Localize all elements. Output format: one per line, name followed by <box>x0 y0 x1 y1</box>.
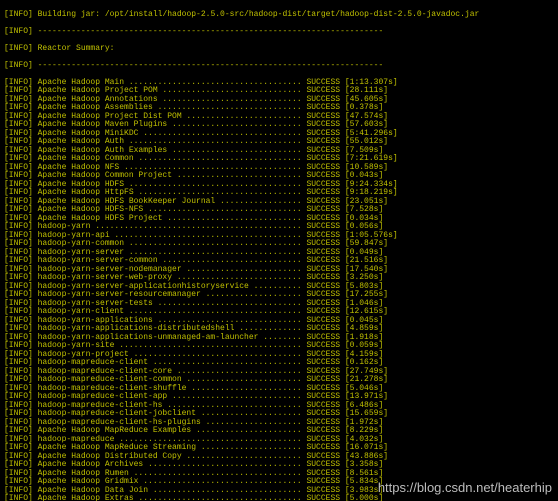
sep: [INFO] ---------------------------------… <box>4 62 554 71</box>
module-list: [INFO] Apache Hadoop Main ..............… <box>4 79 554 501</box>
watermark: https://blog.csdn.net/heaterhip <box>378 480 552 495</box>
terminal-output: [INFO] Building jar: /opt/install/hadoop… <box>0 0 558 501</box>
build-line: [INFO] Building jar: /opt/install/hadoop… <box>4 11 554 20</box>
reactor-title: [INFO] Reactor Summary: <box>4 45 554 54</box>
sep: [INFO] ---------------------------------… <box>4 28 554 37</box>
